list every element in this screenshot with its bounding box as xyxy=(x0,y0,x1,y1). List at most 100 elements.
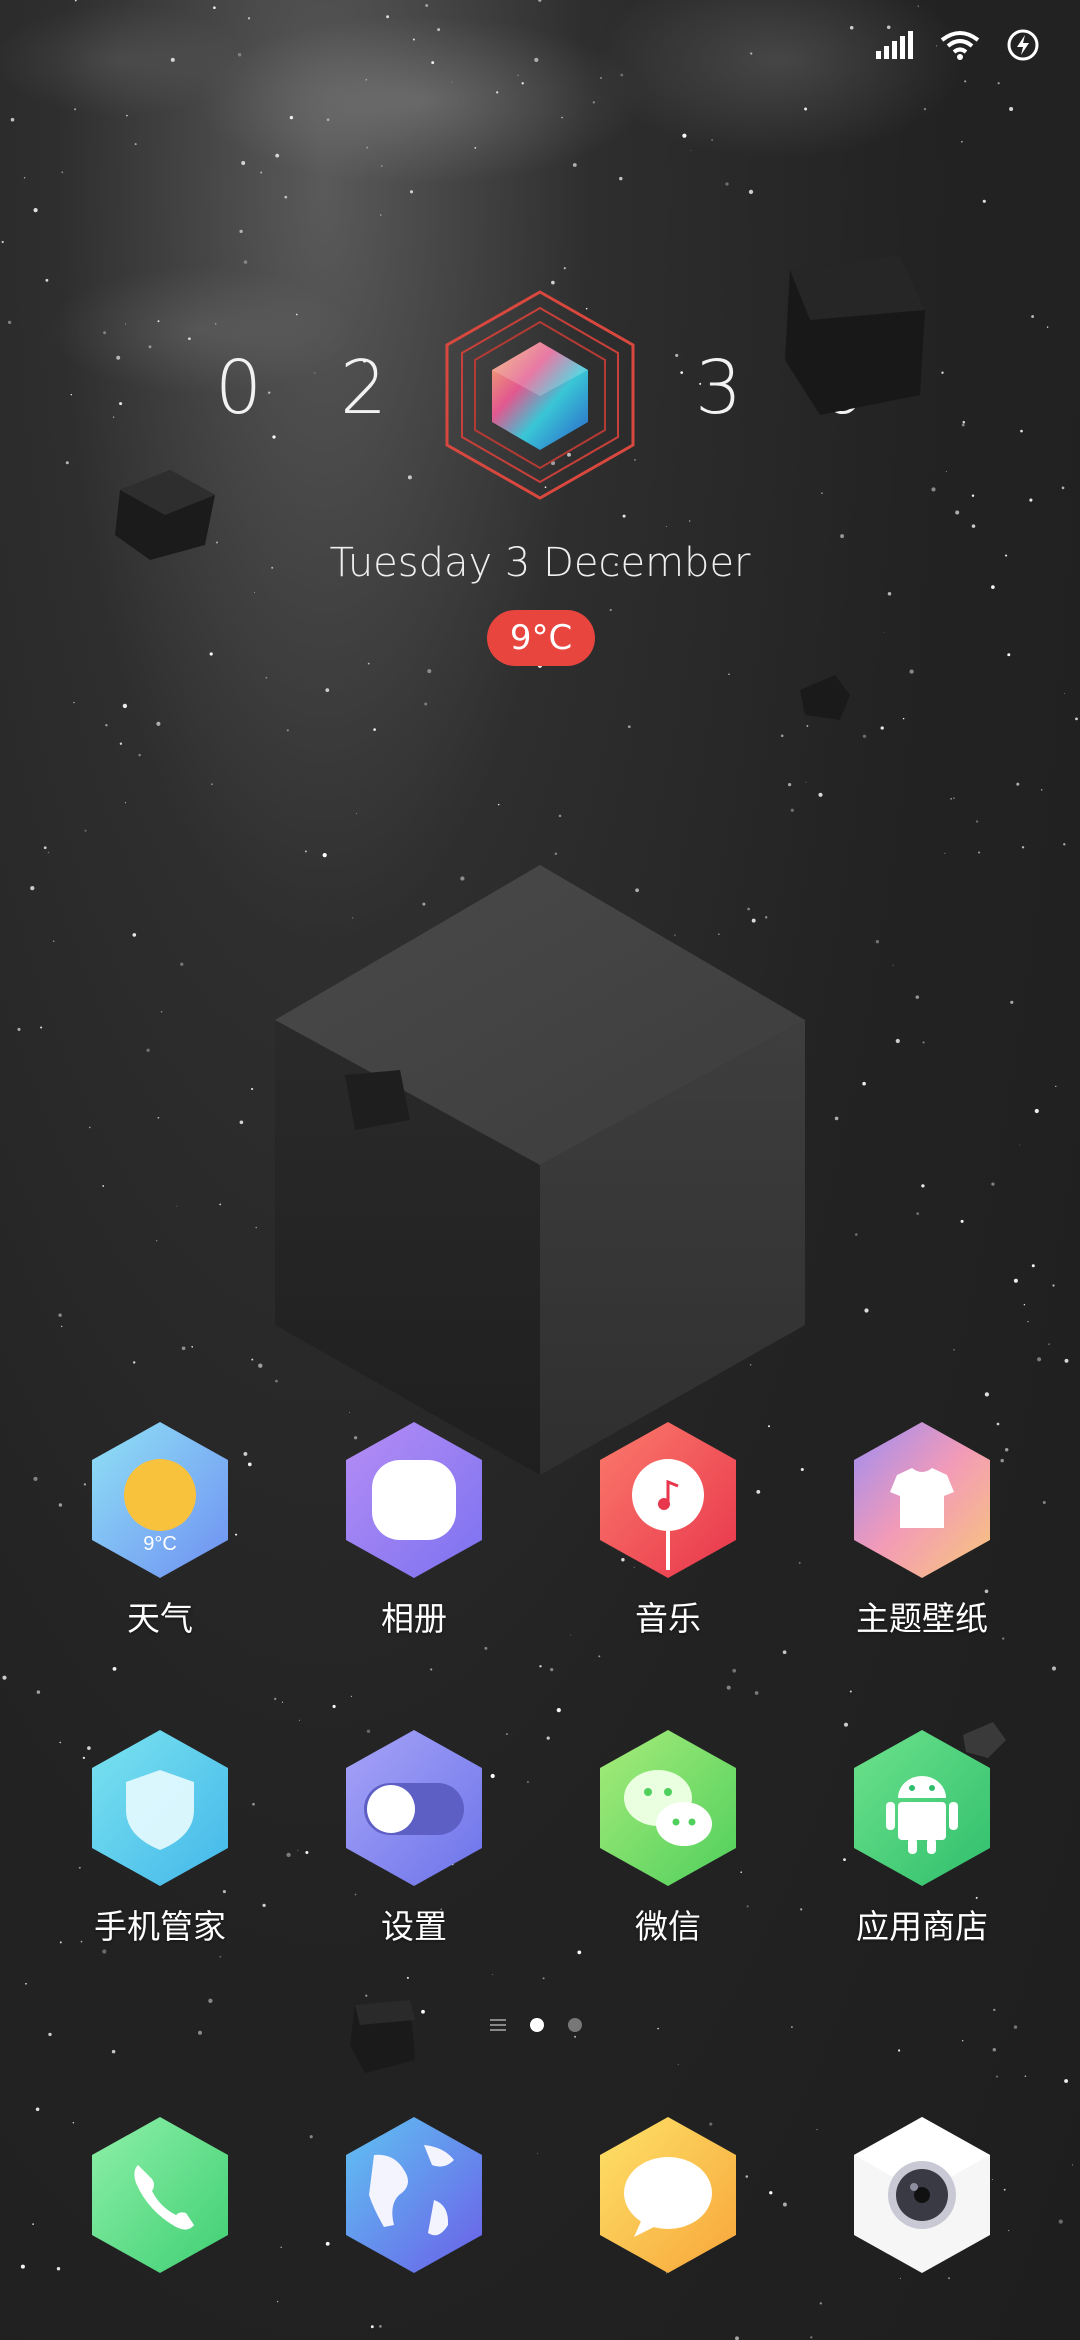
star xyxy=(425,4,429,7)
star xyxy=(332,1704,336,1709)
star xyxy=(917,5,919,7)
star xyxy=(735,2336,739,2340)
star xyxy=(61,171,64,174)
star xyxy=(239,1120,244,1125)
app-music[interactable]: 音乐 xyxy=(568,1420,768,1640)
star xyxy=(289,115,294,120)
star xyxy=(1034,1108,1039,1114)
star xyxy=(995,2075,999,2078)
star xyxy=(600,77,602,79)
star xyxy=(437,28,441,32)
page-menu-icon[interactable] xyxy=(490,2019,506,2031)
star xyxy=(921,1184,925,1188)
page-dot[interactable] xyxy=(568,2018,582,2032)
star xyxy=(948,2277,950,2280)
star xyxy=(620,73,624,77)
star xyxy=(496,91,499,94)
floating-cube-decoration xyxy=(800,675,850,720)
wallpaper-cube xyxy=(275,865,805,1475)
star xyxy=(274,1697,277,1701)
weather-icon-temp: 9°C xyxy=(143,1533,177,1555)
star xyxy=(855,1233,858,1236)
star xyxy=(379,2325,382,2328)
star xyxy=(219,1203,222,1206)
star xyxy=(53,940,55,942)
app-gallery[interactable]: 相册 xyxy=(314,1420,514,1640)
star xyxy=(265,676,268,679)
app-themes[interactable]: 主题壁纸 xyxy=(822,1420,1022,1640)
page-dot-active[interactable] xyxy=(530,2018,544,2032)
star xyxy=(554,852,558,856)
app-wechat[interactable]: 微信 xyxy=(568,1728,768,1948)
star xyxy=(791,2026,793,2028)
star xyxy=(887,592,892,596)
star xyxy=(181,1346,186,1351)
star xyxy=(124,802,126,804)
star xyxy=(923,107,927,111)
star xyxy=(138,753,141,757)
dock-phone[interactable] xyxy=(60,2115,260,2275)
star xyxy=(975,820,979,823)
app-store-icon xyxy=(854,1730,990,1886)
star xyxy=(326,118,330,122)
star xyxy=(909,669,914,674)
star xyxy=(556,1707,561,1713)
star xyxy=(534,57,539,63)
page-indicator[interactable] xyxy=(490,2018,582,2032)
gallery-icon xyxy=(346,1422,482,1578)
star xyxy=(325,688,330,692)
star xyxy=(43,846,47,850)
star xyxy=(895,1038,900,1044)
messages-icon xyxy=(600,2117,736,2273)
star xyxy=(558,814,562,818)
star xyxy=(1016,782,1020,786)
app-settings[interactable]: 设置 xyxy=(314,1728,514,1948)
star xyxy=(84,829,87,832)
star xyxy=(1058,2219,1063,2224)
star xyxy=(211,783,213,785)
star xyxy=(309,2135,313,2139)
star xyxy=(665,526,667,528)
clock-hour-ones: 2 xyxy=(340,345,388,431)
star xyxy=(275,153,280,158)
star xyxy=(992,2048,996,2052)
star xyxy=(286,729,289,732)
star xyxy=(132,933,137,937)
star xyxy=(834,1116,839,1121)
music-icon xyxy=(600,1422,736,1578)
star xyxy=(1063,843,1066,846)
app-label: 音乐 xyxy=(635,1599,701,1638)
dock-browser[interactable] xyxy=(314,2115,514,2275)
star xyxy=(915,995,920,999)
app-weather[interactable]: 9°C 天气 xyxy=(60,1420,260,1640)
app-store[interactable]: 应用商店 xyxy=(822,1728,1022,1948)
battery-charging-icon xyxy=(1006,28,1040,62)
star xyxy=(247,17,251,20)
star xyxy=(689,520,691,522)
app-security[interactable]: 手机管家 xyxy=(60,1728,260,1948)
star xyxy=(134,143,137,146)
star xyxy=(609,608,612,612)
star xyxy=(849,1690,852,1693)
star xyxy=(840,534,845,539)
star xyxy=(474,147,477,149)
star xyxy=(156,1240,158,1242)
star xyxy=(1064,1358,1069,1363)
star xyxy=(298,1719,300,1721)
star xyxy=(537,2152,539,2154)
star xyxy=(1042,1501,1046,1504)
star xyxy=(798,1561,801,1564)
star xyxy=(20,2264,25,2269)
star xyxy=(350,1695,353,1698)
star xyxy=(241,161,246,165)
star xyxy=(806,725,809,727)
star xyxy=(45,278,49,282)
star xyxy=(73,701,75,704)
star xyxy=(849,26,854,30)
dock-messages[interactable] xyxy=(568,2115,768,2275)
star xyxy=(36,1690,41,1694)
temperature-badge[interactable]: 9°C xyxy=(487,610,595,666)
star xyxy=(787,782,792,787)
dock-camera[interactable] xyxy=(822,2115,1022,2275)
star xyxy=(284,195,288,199)
